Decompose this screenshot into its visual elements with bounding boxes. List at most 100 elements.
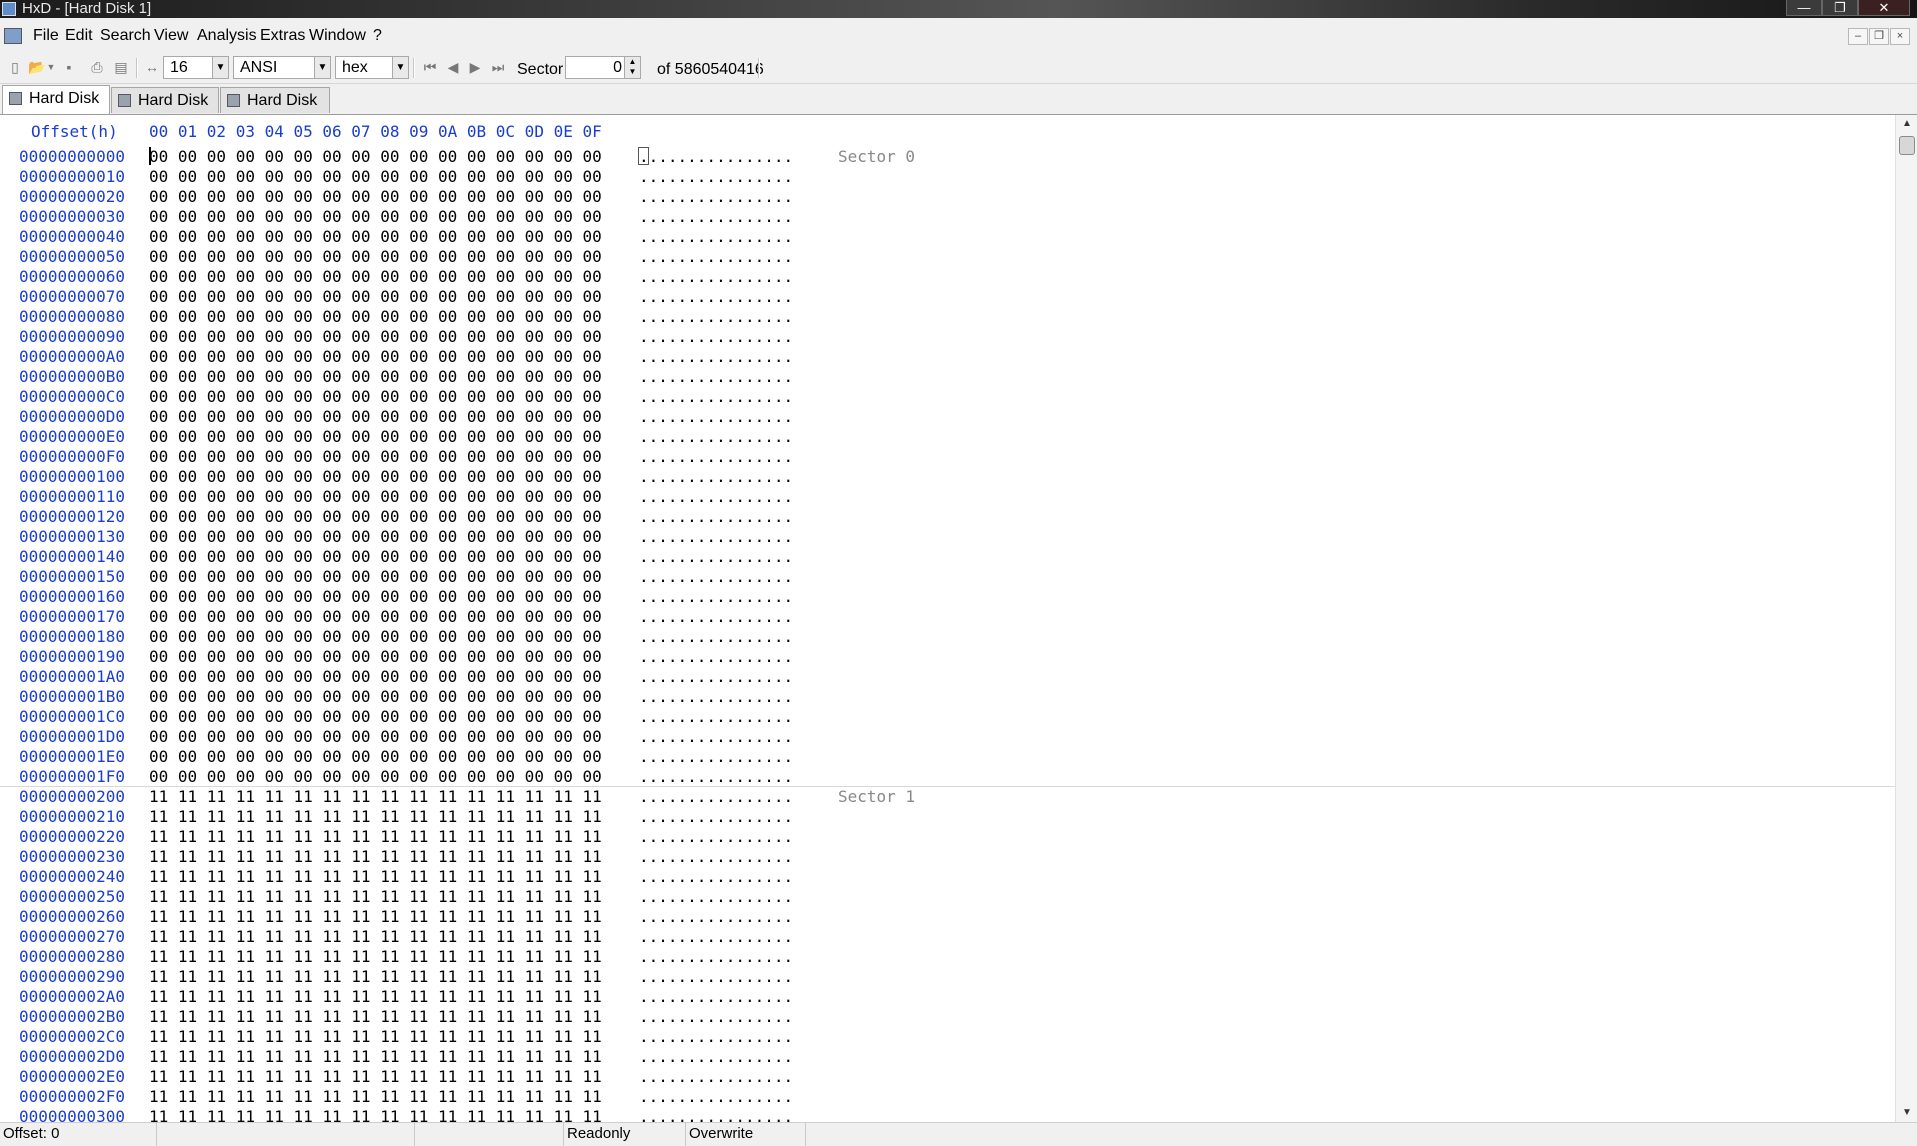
status-readonly[interactable]: Readonly: [564, 1123, 686, 1146]
menu-file[interactable]: File: [33, 26, 59, 46]
row-decoded-text[interactable]: ................: [639, 667, 793, 687]
row-decoded-text[interactable]: ................: [639, 1047, 793, 1067]
row-hex-bytes[interactable]: 00 00 00 00 00 00 00 00 00 00 00 00 00 0…: [149, 147, 602, 167]
row-hex-bytes[interactable]: 00 00 00 00 00 00 00 00 00 00 00 00 00 0…: [149, 467, 602, 487]
row-hex-bytes[interactable]: 00 00 00 00 00 00 00 00 00 00 00 00 00 0…: [149, 187, 602, 207]
row-decoded-text[interactable]: ................: [639, 187, 793, 207]
row-decoded-text[interactable]: ................: [639, 147, 793, 167]
row-decoded-text[interactable]: ................: [639, 687, 793, 707]
row-decoded-text[interactable]: ................: [639, 387, 793, 407]
tab-hard-disk-1[interactable]: Hard Disk 1: [2, 85, 110, 132]
minimize-button[interactable]: —: [1786, 0, 1822, 16]
row-hex-bytes[interactable]: 11 11 11 11 11 11 11 11 11 11 11 11 11 1…: [149, 887, 602, 907]
row-decoded-text[interactable]: ................: [639, 727, 793, 747]
menu-analysis[interactable]: Analysis: [197, 26, 257, 46]
row-hex-bytes[interactable]: 00 00 00 00 00 00 00 00 00 00 00 00 00 0…: [149, 427, 602, 447]
row-hex-bytes[interactable]: 00 00 00 00 00 00 00 00 00 00 00 00 00 0…: [149, 347, 602, 367]
menu-extras[interactable]: Extras: [260, 26, 305, 46]
row-hex-bytes[interactable]: 00 00 00 00 00 00 00 00 00 00 00 00 00 0…: [149, 587, 602, 607]
row-hex-bytes[interactable]: 11 11 11 11 11 11 11 11 11 11 11 11 11 1…: [149, 827, 602, 847]
row-hex-bytes[interactable]: 11 11 11 11 11 11 11 11 11 11 11 11 11 1…: [149, 867, 602, 887]
sector-input[interactable]: 0 ▲ ▼: [565, 56, 641, 79]
row-decoded-text[interactable]: ................: [639, 487, 793, 507]
row-decoded-text[interactable]: ................: [639, 1067, 793, 1087]
row-decoded-text[interactable]: ................: [639, 347, 793, 367]
row-decoded-text[interactable]: ................: [639, 407, 793, 427]
row-decoded-text[interactable]: ................: [639, 1027, 793, 1047]
last-sector-icon[interactable]: ⏭: [489, 59, 507, 76]
menu-view[interactable]: View: [154, 26, 188, 46]
row-hex-bytes[interactable]: 00 00 00 00 00 00 00 00 00 00 00 00 00 0…: [149, 567, 602, 587]
row-hex-bytes[interactable]: 11 11 11 11 11 11 11 11 11 11 11 11 11 1…: [149, 847, 602, 867]
row-decoded-text[interactable]: ................: [639, 787, 793, 807]
sector-spin-icon[interactable]: ▲ ▼: [624, 57, 640, 78]
document-restore-button[interactable]: ❐: [1869, 28, 1889, 45]
close-button[interactable]: ✕: [1858, 0, 1910, 16]
row-hex-bytes[interactable]: 00 00 00 00 00 00 00 00 00 00 00 00 00 0…: [149, 527, 602, 547]
row-hex-bytes[interactable]: 11 11 11 11 11 11 11 11 11 11 11 11 11 1…: [149, 987, 602, 1007]
row-hex-bytes[interactable]: 11 11 11 11 11 11 11 11 11 11 11 11 11 1…: [149, 807, 602, 827]
row-hex-bytes[interactable]: 00 00 00 00 00 00 00 00 00 00 00 00 00 0…: [149, 487, 602, 507]
open-file-icon[interactable]: 📂: [28, 59, 46, 76]
row-hex-bytes[interactable]: 00 00 00 00 00 00 00 00 00 00 00 00 00 0…: [149, 227, 602, 247]
row-hex-bytes[interactable]: 11 11 11 11 11 11 11 11 11 11 11 11 11 1…: [149, 1067, 602, 1087]
row-hex-bytes[interactable]: 00 00 00 00 00 00 00 00 00 00 00 00 00 0…: [149, 607, 602, 627]
row-hex-bytes[interactable]: 11 11 11 11 11 11 11 11 11 11 11 11 11 1…: [149, 1027, 602, 1047]
row-hex-bytes[interactable]: 00 00 00 00 00 00 00 00 00 00 00 00 00 0…: [149, 727, 602, 747]
row-hex-bytes[interactable]: 11 11 11 11 11 11 11 11 11 11 11 11 11 1…: [149, 1047, 602, 1067]
charset-select[interactable]: ANSI ▼: [233, 56, 331, 79]
menu-search[interactable]: Search: [100, 26, 151, 46]
sector-input-value[interactable]: 0: [613, 59, 622, 76]
row-decoded-text[interactable]: ................: [639, 927, 793, 947]
row-decoded-text[interactable]: ................: [639, 627, 793, 647]
row-decoded-text[interactable]: ................: [639, 947, 793, 967]
row-hex-bytes[interactable]: 11 11 11 11 11 11 11 11 11 11 11 11 11 1…: [149, 1087, 602, 1107]
scroll-down-icon[interactable]: ▼: [1896, 1104, 1917, 1122]
row-hex-bytes[interactable]: 00 00 00 00 00 00 00 00 00 00 00 00 00 0…: [149, 507, 602, 527]
row-decoded-text[interactable]: ................: [639, 227, 793, 247]
row-hex-bytes[interactable]: 00 00 00 00 00 00 00 00 00 00 00 00 00 0…: [149, 207, 602, 227]
row-hex-bytes[interactable]: 00 00 00 00 00 00 00 00 00 00 00 00 00 0…: [149, 307, 602, 327]
menu-window[interactable]: Window: [309, 26, 366, 46]
open-dropdown-arrow-icon[interactable]: ▼: [46, 59, 56, 76]
menu-help[interactable]: ?: [373, 26, 382, 46]
maximize-button[interactable]: ❐: [1822, 0, 1858, 16]
row-decoded-text[interactable]: ................: [639, 327, 793, 347]
row-decoded-text[interactable]: ................: [639, 167, 793, 187]
row-hex-bytes[interactable]: 00 00 00 00 00 00 00 00 00 00 00 00 00 0…: [149, 667, 602, 687]
row-hex-bytes[interactable]: 00 00 00 00 00 00 00 00 00 00 00 00 00 0…: [149, 707, 602, 727]
tab-hard-disk-2[interactable]: Hard Disk 2: [220, 87, 330, 134]
row-hex-bytes[interactable]: 11 11 11 11 11 11 11 11 11 11 11 11 11 1…: [149, 967, 602, 987]
row-decoded-text[interactable]: ................: [639, 567, 793, 587]
row-decoded-text[interactable]: ................: [639, 247, 793, 267]
offset-base-select[interactable]: hex ▼: [335, 56, 409, 79]
chevron-down-icon[interactable]: ▼: [212, 57, 228, 78]
row-decoded-text[interactable]: ................: [639, 647, 793, 667]
row-hex-bytes[interactable]: 00 00 00 00 00 00 00 00 00 00 00 00 00 0…: [149, 267, 602, 287]
row-decoded-text[interactable]: ................: [639, 887, 793, 907]
row-decoded-text[interactable]: ................: [639, 827, 793, 847]
row-decoded-text[interactable]: ................: [639, 427, 793, 447]
status-overwrite[interactable]: Overwrite: [686, 1123, 806, 1146]
document-minimize-button[interactable]: –: [1848, 28, 1868, 45]
row-decoded-text[interactable]: ................: [639, 707, 793, 727]
row-hex-bytes[interactable]: 00 00 00 00 00 00 00 00 00 00 00 00 00 0…: [149, 407, 602, 427]
next-sector-icon[interactable]: ▶: [466, 59, 484, 76]
row-decoded-text[interactable]: ................: [639, 1007, 793, 1027]
first-sector-icon[interactable]: ⏮: [421, 59, 439, 76]
properties-icon[interactable]: ▤: [112, 59, 130, 76]
row-decoded-text[interactable]: ................: [639, 527, 793, 547]
row-hex-bytes[interactable]: 00 00 00 00 00 00 00 00 00 00 00 00 00 0…: [149, 387, 602, 407]
row-hex-bytes[interactable]: 11 11 11 11 11 11 11 11 11 11 11 11 11 1…: [149, 907, 602, 927]
row-decoded-text[interactable]: ................: [639, 207, 793, 227]
row-hex-bytes[interactable]: 11 11 11 11 11 11 11 11 11 11 11 11 11 1…: [149, 927, 602, 947]
row-decoded-text[interactable]: ................: [639, 967, 793, 987]
row-hex-bytes[interactable]: 00 00 00 00 00 00 00 00 00 00 00 00 00 0…: [149, 687, 602, 707]
row-hex-bytes[interactable]: 00 00 00 00 00 00 00 00 00 00 00 00 00 0…: [149, 167, 602, 187]
row-hex-bytes[interactable]: 11 11 11 11 11 11 11 11 11 11 11 11 11 1…: [149, 947, 602, 967]
document-system-menu-icon[interactable]: [4, 28, 22, 44]
scroll-thumb[interactable]: [1899, 136, 1915, 155]
chevron-down-icon[interactable]: ▼: [314, 57, 330, 78]
row-hex-bytes[interactable]: 00 00 00 00 00 00 00 00 00 00 00 00 00 0…: [149, 447, 602, 467]
tab-hard-disk-3[interactable]: Hard Disk 3: [111, 87, 219, 134]
